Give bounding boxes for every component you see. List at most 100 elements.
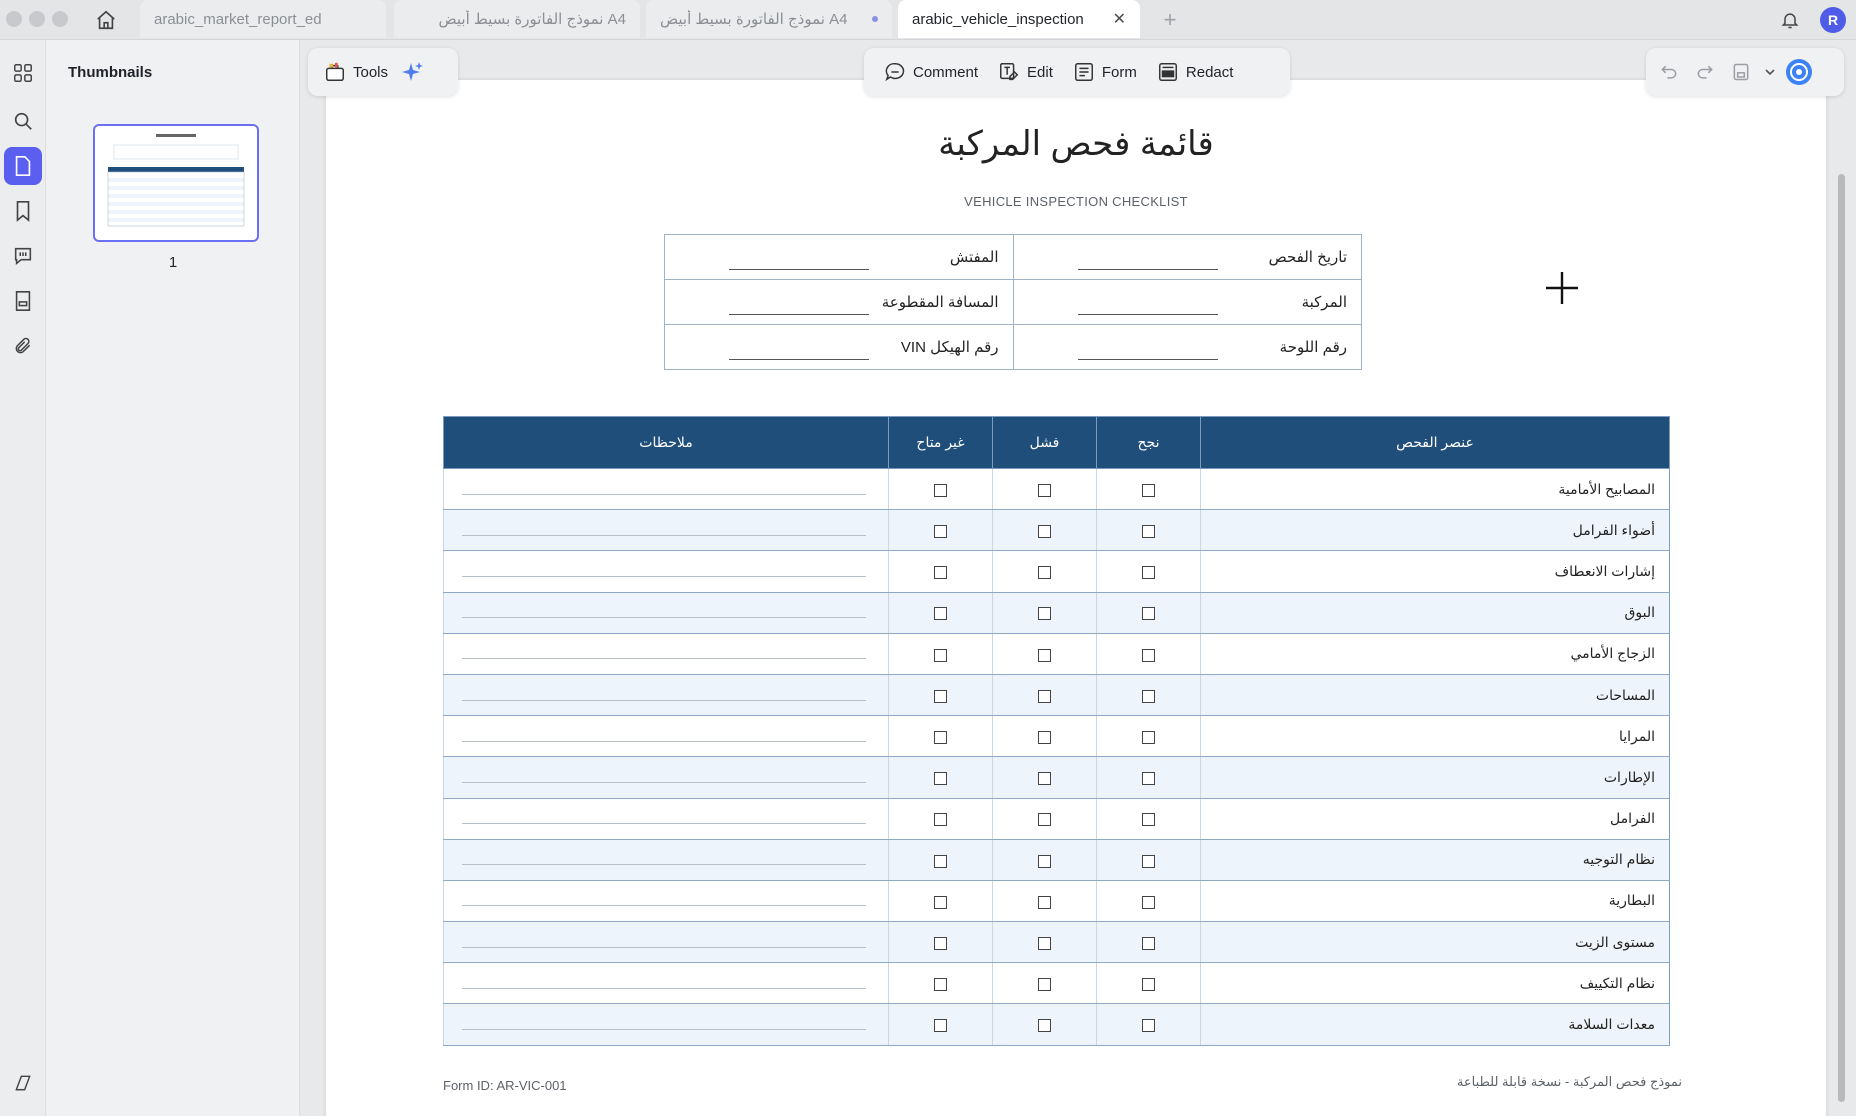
fail-checkbox[interactable]	[1038, 936, 1051, 950]
fail-checkbox[interactable]	[1038, 895, 1051, 909]
notes-input-line[interactable]	[462, 534, 866, 536]
notes-input-line[interactable]	[462, 987, 866, 989]
pass-checkbox[interactable]	[1142, 689, 1155, 703]
close-tab-icon[interactable]: ✕	[1113, 9, 1126, 29]
notes-input-line[interactable]	[462, 781, 866, 783]
redo-button[interactable]	[1690, 57, 1720, 87]
pass-checkbox[interactable]	[1142, 525, 1155, 539]
bookmarks-button[interactable]	[4, 192, 42, 230]
info-field[interactable]: رقم اللوحة	[1012, 324, 1362, 370]
pass-checkbox[interactable]	[1142, 895, 1155, 909]
pass-checkbox[interactable]	[1142, 978, 1155, 992]
notes-input-line[interactable]	[462, 658, 866, 660]
notes-input-line[interactable]	[462, 905, 866, 907]
fail-checkbox[interactable]	[1038, 1019, 1051, 1033]
na-checkbox[interactable]	[934, 813, 947, 827]
na-checkbox[interactable]	[934, 566, 947, 580]
info-field[interactable]: المركبة	[1012, 279, 1362, 325]
form-button[interactable]: Form	[1063, 55, 1147, 89]
save-options-button[interactable]	[1762, 57, 1778, 87]
info-field-input-line[interactable]	[1077, 269, 1218, 270]
fail-checkbox[interactable]	[1038, 978, 1051, 992]
notes-input-line[interactable]	[462, 617, 866, 619]
pass-checkbox[interactable]	[1142, 648, 1155, 662]
fail-checkbox[interactable]	[1038, 813, 1051, 827]
search-button[interactable]	[4, 102, 42, 140]
info-field-input-line[interactable]	[1077, 314, 1218, 315]
na-checkbox[interactable]	[934, 978, 947, 992]
notes-input-line[interactable]	[462, 699, 866, 701]
info-field-input-line[interactable]	[1077, 359, 1218, 360]
pass-checkbox[interactable]	[1142, 936, 1155, 950]
fail-checkbox[interactable]	[1038, 648, 1051, 662]
tab-invoice-2[interactable]: A4 نموذج الفاتورة بسيط أبيض	[646, 0, 892, 38]
apps-button[interactable]	[4, 54, 42, 92]
fail-checkbox[interactable]	[1038, 772, 1051, 786]
info-field-input-line[interactable]	[729, 314, 869, 315]
info-field[interactable]: المسافة المقطوعة	[664, 279, 1014, 325]
tab-market-report[interactable]: arabic_market_report_ed	[140, 0, 386, 38]
window-minimize-button[interactable]	[29, 11, 45, 27]
tools-button[interactable]: Tools	[314, 55, 398, 89]
attachments-button[interactable]	[4, 327, 42, 365]
avatar[interactable]: R	[1820, 7, 1846, 33]
vertical-scrollbar[interactable]	[1838, 174, 1845, 1102]
pass-checkbox[interactable]	[1142, 1019, 1155, 1033]
pass-checkbox[interactable]	[1142, 854, 1155, 868]
pass-checkbox[interactable]	[1142, 607, 1155, 621]
pass-checkbox[interactable]	[1142, 566, 1155, 580]
pass-checkbox[interactable]	[1142, 483, 1155, 497]
comment-button[interactable]: Comment	[874, 55, 988, 89]
edit-button[interactable]: Edit	[988, 55, 1063, 89]
fail-checkbox[interactable]	[1038, 689, 1051, 703]
home-button[interactable]	[92, 6, 120, 34]
na-checkbox[interactable]	[934, 483, 947, 497]
na-checkbox[interactable]	[934, 689, 947, 703]
fail-checkbox[interactable]	[1038, 483, 1051, 497]
tab-invoice-1[interactable]: A4 نموذج الفاتورة بسيط أبيض	[394, 0, 640, 38]
pass-checkbox[interactable]	[1142, 813, 1155, 827]
ai-assistant-button[interactable]	[398, 57, 428, 87]
fail-checkbox[interactable]	[1038, 731, 1051, 745]
info-field[interactable]: تاريخ الفحص	[1012, 234, 1362, 280]
redact-button[interactable]: Redact	[1147, 55, 1244, 89]
na-checkbox[interactable]	[934, 854, 947, 868]
info-field-input-line[interactable]	[729, 359, 869, 360]
notes-input-line[interactable]	[462, 575, 866, 577]
pass-checkbox[interactable]	[1142, 772, 1155, 786]
na-checkbox[interactable]	[934, 607, 947, 621]
info-field[interactable]: المفتش	[664, 234, 1014, 280]
pass-checkbox[interactable]	[1142, 731, 1155, 745]
undo-button[interactable]	[1654, 57, 1684, 87]
forms-button[interactable]	[4, 282, 42, 320]
info-field-input-line[interactable]	[729, 269, 869, 270]
window-close-button[interactable]	[6, 11, 22, 27]
fail-checkbox[interactable]	[1038, 566, 1051, 580]
sidebar-settings-button[interactable]	[4, 1064, 42, 1102]
sync-button[interactable]	[1784, 57, 1814, 87]
notes-input-line[interactable]	[462, 493, 866, 495]
notes-input-line[interactable]	[462, 1029, 866, 1031]
new-tab-button[interactable]: +	[1156, 6, 1184, 34]
save-button[interactable]	[1726, 57, 1756, 87]
notes-input-line[interactable]	[462, 740, 866, 742]
thumbnails-button[interactable]	[4, 147, 42, 185]
na-checkbox[interactable]	[934, 731, 947, 745]
notes-input-line[interactable]	[462, 823, 866, 825]
notes-input-line[interactable]	[462, 946, 866, 948]
info-field[interactable]: رقم الهيكل VIN	[664, 324, 1014, 370]
notes-input-line[interactable]	[462, 864, 866, 866]
na-checkbox[interactable]	[934, 895, 947, 909]
fail-checkbox[interactable]	[1038, 607, 1051, 621]
window-zoom-button[interactable]	[52, 11, 68, 27]
comments-button[interactable]	[4, 237, 42, 275]
document-viewport[interactable]: قائمة فحص المركبة VEHICLE INSPECTION CHE…	[300, 40, 1856, 1116]
na-checkbox[interactable]	[934, 525, 947, 539]
na-checkbox[interactable]	[934, 936, 947, 950]
fail-checkbox[interactable]	[1038, 525, 1051, 539]
na-checkbox[interactable]	[934, 772, 947, 786]
page-thumbnail[interactable]	[93, 124, 259, 242]
tab-vehicle-inspection[interactable]: arabic_vehicle_inspection ✕	[898, 0, 1140, 38]
na-checkbox[interactable]	[934, 648, 947, 662]
fail-checkbox[interactable]	[1038, 854, 1051, 868]
